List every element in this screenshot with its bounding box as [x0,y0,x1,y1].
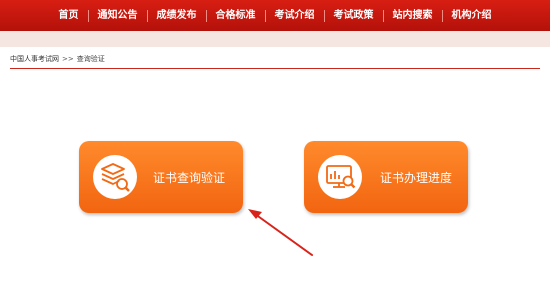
annotation-arrow [248,209,313,256]
